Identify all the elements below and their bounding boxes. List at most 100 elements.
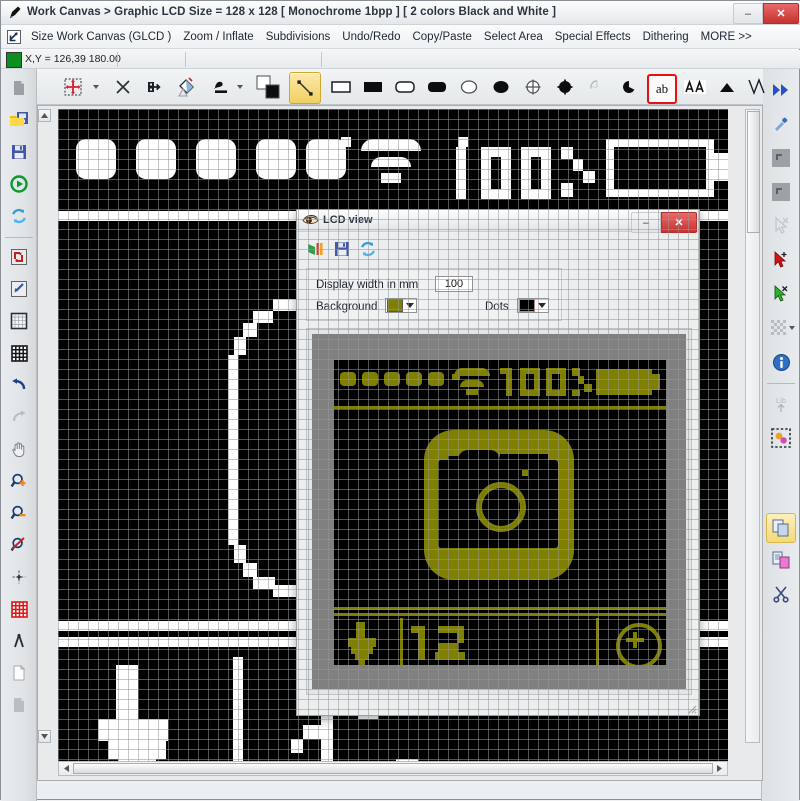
vertical-scrollbar-thumb[interactable]	[747, 111, 760, 233]
horizontal-scrollbar-thumb[interactable]	[73, 763, 713, 774]
scroll-down-arrow-icon[interactable]	[38, 730, 51, 743]
compass-icon[interactable]	[6, 628, 32, 654]
menu-special-effects[interactable]: Special Effects	[549, 29, 637, 45]
right-rail-separator	[767, 383, 795, 384]
arc-outline-icon[interactable]	[583, 73, 611, 101]
menu-zoom-inflate[interactable]: Zoom / Inflate	[177, 29, 259, 45]
polyline-icon[interactable]	[743, 73, 771, 101]
text-ab-icon[interactable]: ab	[647, 74, 677, 104]
grid-fine-icon[interactable]	[6, 340, 32, 366]
triangle-filled-icon[interactable]	[713, 73, 741, 101]
page-filled-icon[interactable]	[6, 692, 32, 718]
rect-outline-icon[interactable]	[327, 73, 355, 101]
canvas-percent-top	[561, 147, 573, 159]
corner-mark-1-icon[interactable]	[768, 145, 794, 171]
menu-select-area[interactable]: Select Area	[478, 29, 549, 45]
menu-dithering[interactable]: Dithering	[637, 29, 695, 45]
scroll-up-arrow-icon[interactable]	[38, 109, 51, 122]
background-label: Background	[316, 301, 377, 313]
clear-x-icon[interactable]	[109, 73, 137, 101]
ellipse-filled-icon[interactable]	[487, 73, 515, 101]
horizontal-scrollbar[interactable]	[58, 761, 728, 776]
undo-arrow-icon[interactable]	[6, 372, 32, 398]
background-color-swatch	[387, 299, 403, 312]
canvas-digit-0b-hole	[531, 157, 541, 189]
pie-filled-icon[interactable]	[615, 73, 643, 101]
page-outline-icon[interactable]	[6, 660, 32, 686]
sprite-select-icon[interactable]	[768, 425, 794, 451]
status-bar: X,Y = 126,39 180.00	[1, 50, 800, 69]
lcd-minimize-button[interactable]: –	[631, 212, 661, 233]
run-play-icon[interactable]	[6, 171, 32, 197]
menu-more[interactable]: MORE >>	[695, 29, 758, 45]
rect-filled-icon[interactable]	[359, 73, 387, 101]
font-aa-icon[interactable]	[681, 73, 709, 101]
eyedropper-icon[interactable]	[768, 111, 794, 137]
cursor-disabled-icon[interactable]	[768, 213, 794, 239]
save-disk-icon[interactable]	[6, 139, 32, 165]
info-icon[interactable]	[768, 349, 794, 375]
open-folder-icon[interactable]	[6, 107, 32, 133]
background-color-select[interactable]	[385, 298, 417, 313]
canvas-icon-edge-e	[234, 337, 246, 355]
line-tool-icon[interactable]	[289, 72, 321, 104]
circle-cross-icon[interactable]	[519, 73, 547, 101]
scissors-icon[interactable]	[768, 581, 794, 607]
paste-pages-icon[interactable]	[768, 547, 794, 573]
cursor-green-icon[interactable]	[768, 281, 794, 307]
fill-bucket-icon[interactable]	[173, 73, 201, 101]
chevron-down-icon-transparency[interactable]	[789, 326, 795, 330]
new-document-icon[interactable]	[6, 75, 32, 101]
refresh-sync-icon-dialog[interactable]	[359, 240, 377, 261]
menu-subdivisions[interactable]: Subdivisions	[260, 29, 337, 45]
chevron-down-icon-2[interactable]	[233, 73, 247, 101]
red-grid-icon[interactable]	[6, 596, 32, 622]
close-button[interactable]: ✕	[763, 3, 799, 24]
corner-mark-2-icon[interactable]	[768, 179, 794, 205]
current-color-swatch[interactable]	[6, 52, 22, 68]
display-width-input[interactable]	[435, 276, 473, 292]
chevron-down-icon[interactable]	[89, 73, 103, 101]
canvas-battery-inner	[614, 147, 706, 189]
round-rect-outline-icon[interactable]	[391, 73, 419, 101]
transform-resize-icon[interactable]	[6, 244, 32, 270]
lcd-vsep-2	[596, 618, 599, 665]
resize-grip-icon[interactable]	[685, 702, 697, 714]
pan-hand-icon[interactable]	[6, 436, 32, 462]
circle-cross-filled-icon[interactable]	[551, 73, 579, 101]
lcd-screen[interactable]	[334, 360, 666, 665]
redo-arrow-icon[interactable]	[6, 404, 32, 430]
library-icon[interactable]: Lib	[768, 391, 794, 417]
zoom-in-icon[interactable]	[6, 468, 32, 494]
lcd-dialog-controls: – ✕	[631, 212, 697, 233]
flip-icon[interactable]	[139, 73, 167, 101]
cursor-red-icon[interactable]	[768, 247, 794, 273]
pencil-icon[interactable]	[207, 73, 235, 101]
scroll-right-arrow-icon[interactable]	[713, 762, 726, 775]
menu-copy-paste[interactable]: Copy/Paste	[406, 29, 477, 45]
scroll-left-arrow-icon[interactable]	[60, 762, 73, 775]
resize-arrow-icon[interactable]	[5, 28, 23, 46]
fast-forward-icon[interactable]	[768, 77, 794, 103]
lcd-view-dialog[interactable]: LCD view – ✕	[296, 209, 700, 716]
vertical-scrollbar[interactable]	[745, 109, 760, 743]
lcd-close-button[interactable]: ✕	[661, 212, 697, 233]
shrink-fit-icon[interactable]	[6, 276, 32, 302]
menu-size-work-canvas[interactable]: Size Work Canvas (GLCD )	[25, 29, 177, 45]
menu-undo-redo[interactable]: Undo/Redo	[336, 29, 406, 45]
grid-coarse-icon[interactable]	[6, 308, 32, 334]
dots-color-select[interactable]	[517, 298, 549, 313]
save-disk-icon-dialog[interactable]	[334, 241, 350, 260]
minimize-button[interactable]: –	[733, 3, 763, 24]
zoom-out-icon[interactable]	[6, 500, 32, 526]
canvas-num-one-flag2	[291, 739, 303, 753]
zoom-reset-icon[interactable]	[6, 532, 32, 558]
round-rect-filled-icon[interactable]	[423, 73, 451, 101]
copy-pages-icon[interactable]	[766, 513, 796, 543]
export-icon[interactable]	[307, 241, 325, 260]
refresh-sync-icon[interactable]	[6, 203, 32, 229]
move-selection-icon[interactable]	[59, 73, 87, 101]
crosshair-icon[interactable]	[6, 564, 32, 590]
color-swatch-icon[interactable]	[253, 73, 283, 101]
ellipse-outline-icon[interactable]	[455, 73, 483, 101]
